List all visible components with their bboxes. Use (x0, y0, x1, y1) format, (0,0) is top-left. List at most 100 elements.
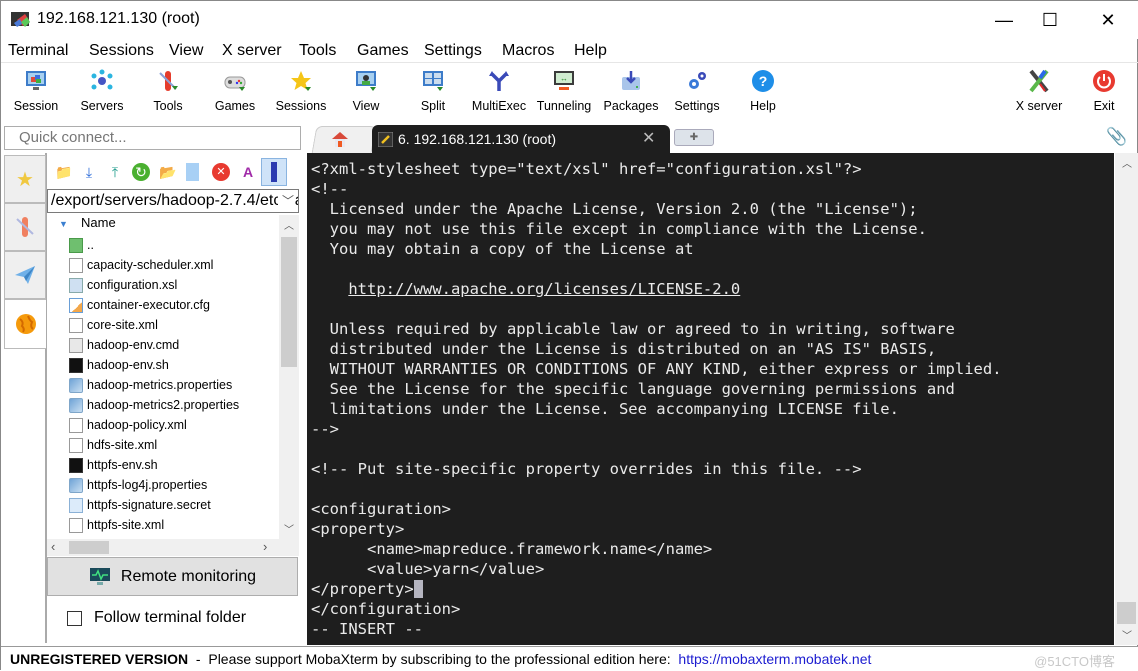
mobatek-link[interactable]: https://mobaxterm.mobatek.net (678, 651, 871, 667)
file-list-vscrollbar[interactable]: ︿ ﹀ (279, 215, 299, 539)
remote-monitoring-button[interactable]: Remote monitoring (47, 557, 298, 596)
scroll-up-icon[interactable]: ︿ (284, 217, 294, 232)
file-list-item[interactable]: httpfs-log4j.properties (47, 475, 279, 495)
x-server-button[interactable]: X server (1011, 67, 1067, 117)
new-file-icon[interactable] (186, 163, 199, 181)
games-button[interactable]: Games (211, 67, 259, 117)
multiexec-button[interactable]: MultiExec (470, 67, 528, 117)
file-list-item[interactable]: httpfs-site.xml (47, 515, 279, 535)
file-list-item[interactable]: container-executor.cfg (47, 295, 279, 315)
file-file-icon (69, 317, 83, 333)
svg-text:↔: ↔ (560, 74, 568, 83)
settings-button[interactable]: Settings (671, 67, 723, 117)
parent-folder-icon[interactable]: 📁 (55, 163, 73, 181)
menu-x-server[interactable]: X server (222, 42, 282, 60)
scroll-down-icon[interactable]: ﹀ (284, 521, 294, 536)
sort-arrow-icon: ▼ (59, 219, 68, 229)
quick-connect-input[interactable]: Quick connect... (4, 126, 301, 150)
minimize-button[interactable]: — (981, 1, 1027, 39)
file-list-hscrollbar[interactable]: ‹ › (47, 539, 299, 556)
tools-icon (159, 71, 178, 91)
file-list-item[interactable]: httpfs-env.sh (47, 455, 279, 475)
menu-settings[interactable]: Settings (424, 42, 482, 60)
close-button[interactable]: ✕ (1085, 1, 1131, 39)
scroll-down-icon[interactable]: ﹀ (1122, 627, 1132, 642)
sidebar-tab-macros[interactable] (4, 251, 46, 299)
terminal-scrollbar[interactable]: ︿ ﹀ (1115, 153, 1138, 645)
split-button[interactable]: Split (415, 67, 451, 117)
terminal-area[interactable]: <?xml-stylesheet type="text/xsl" href="c… (307, 153, 1114, 645)
session-tab-active[interactable]: 6. 192.168.121.130 (root) ✕ (372, 125, 670, 153)
checkbox[interactable] (67, 610, 82, 626)
tab-close-icon[interactable]: ✕ (642, 128, 655, 148)
hscroll-thumb[interactable] (69, 541, 109, 554)
new-tab-button[interactable]: ✚ (674, 129, 714, 146)
watermark: @51CTO博客 (1034, 654, 1115, 669)
servers-button[interactable]: Servers (75, 67, 129, 117)
file-list-item[interactable]: hdfs-site.xml (47, 435, 279, 455)
rename-icon[interactable]: A (239, 163, 257, 181)
file-list-item[interactable]: hadoop-policy.xml (47, 415, 279, 435)
file-list-item[interactable]: core-site.xml (47, 315, 279, 335)
tunneling-button[interactable]: ↔ Tunneling (534, 67, 594, 117)
follow-terminal-folder-checkbox[interactable]: Follow terminal folder (67, 609, 246, 627)
terminal-line: <property> (311, 520, 405, 538)
file-list-item[interactable]: hadoop-env.cmd (47, 335, 279, 355)
file-list-item[interactable]: configuration.xsl (47, 275, 279, 295)
chevron-down-icon[interactable]: ﹀ (277, 192, 294, 209)
new-folder-icon[interactable]: 📂 (159, 163, 177, 181)
xsl-file-icon (69, 277, 83, 293)
exit-button[interactable]: Exit (1087, 67, 1121, 117)
file-list-item[interactable]: .. (47, 235, 279, 255)
file-name: .. (87, 238, 94, 252)
file-list-item[interactable]: httpfs-signature.secret (47, 495, 279, 515)
scroll-left-icon[interactable]: ‹ (51, 539, 55, 554)
sftp-path-input[interactable]: /export/servers/hadoop-2.7.4/etc/hadoop/… (47, 189, 299, 213)
scroll-thumb[interactable] (281, 237, 297, 367)
menu-macros[interactable]: Macros (502, 42, 554, 60)
refresh-icon[interactable]: ↻ (132, 163, 150, 181)
file-list-item[interactable]: hadoop-metrics.properties (47, 375, 279, 395)
view-button[interactable]: View (346, 67, 386, 117)
sidebar-tab-sessions[interactable]: ★ (4, 155, 46, 203)
session-button[interactable]: Session (9, 67, 63, 117)
upload-icon[interactable]: ⤒ (106, 163, 124, 181)
name-column-header[interactable]: ▼ Name (47, 215, 279, 235)
delete-icon[interactable]: ✕ (212, 163, 230, 181)
paperclip-icon[interactable]: 📎 (1106, 127, 1127, 147)
secret-file-icon (69, 497, 83, 513)
menu-terminal[interactable]: Terminal (8, 42, 68, 60)
remote-monitoring-label: Remote monitoring (120, 567, 257, 585)
license-link[interactable]: http://www.apache.org/licenses/LICENSE-2… (348, 280, 740, 298)
servers-label: Servers (80, 99, 124, 113)
key-icon (378, 132, 393, 147)
scroll-right-icon[interactable]: › (263, 539, 267, 554)
file-list-item[interactable]: hadoop-metrics2.properties (47, 395, 279, 415)
maximize-button[interactable]: ☐ (1027, 1, 1073, 39)
sessions-button[interactable]: Sessions (273, 67, 329, 117)
main-toolbar: Session Servers Tools Games Sessions Vie… (1, 63, 1138, 121)
terminal-line: See the License for the specific languag… (311, 380, 955, 398)
tools-button[interactable]: Tools (146, 67, 190, 117)
follow-terminal-folder-label: Follow terminal folder (94, 609, 247, 626)
menu-games[interactable]: Games (357, 42, 409, 60)
menu-help[interactable]: Help (574, 42, 607, 60)
sidebar-tab-sftp[interactable] (4, 299, 46, 349)
file-name: httpfs-signature.secret (87, 498, 211, 512)
terminal-line: <!-- (311, 180, 349, 198)
scroll-up-icon[interactable]: ︿ (1122, 155, 1132, 170)
sidebar-tab-tools[interactable] (4, 203, 46, 251)
file-file-icon (69, 417, 83, 433)
download-icon[interactable]: ⤓ (80, 163, 98, 181)
menu-sessions[interactable]: Sessions (89, 42, 154, 60)
packages-button[interactable]: Packages (602, 67, 660, 117)
file-list-item[interactable]: capacity-scheduler.xml (47, 255, 279, 275)
file-list-item[interactable]: hadoop-env.sh (47, 355, 279, 375)
help-button[interactable]: ? Help (745, 67, 781, 117)
toggle-view-icon[interactable] (261, 158, 287, 186)
terminal-scroll-thumb[interactable] (1117, 602, 1136, 624)
file-name: httpfs-site.xml (87, 518, 165, 532)
menu-view[interactable]: View (169, 42, 203, 60)
menu-tools[interactable]: Tools (299, 42, 336, 60)
